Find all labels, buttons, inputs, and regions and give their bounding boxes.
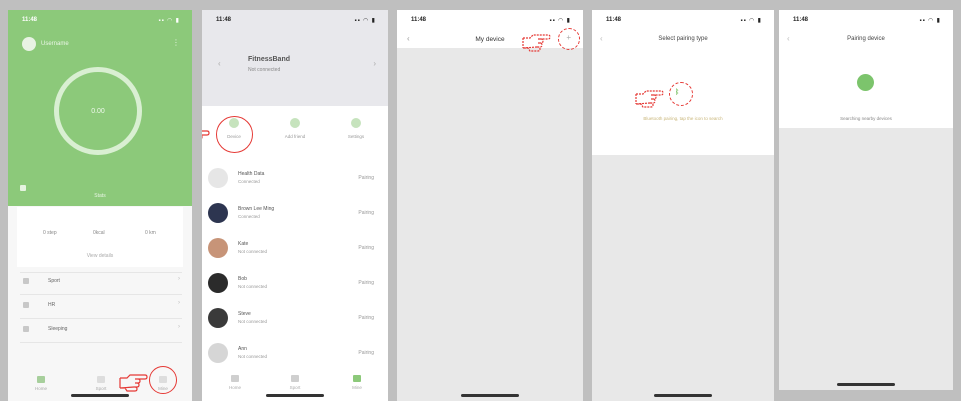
home-indicator: [71, 394, 129, 397]
status-icons: ▪▪ ◠ ▮: [354, 18, 376, 24]
home-indicator: [461, 394, 519, 397]
status-bar: 11:48 ▪▪ ◠ ▮: [202, 10, 388, 32]
list-item[interactable]: Kate Not connected Pairing: [202, 232, 388, 266]
phone-home-screen: 11:48 ▪▪ ◠ ▮ Username ⋮ 0.00 Stats 0 ste…: [8, 10, 192, 401]
list-item[interactable]: Brown Lee Ming Connected Pairing: [202, 197, 388, 231]
status-time: 11:48: [793, 17, 809, 23]
home-icon: [37, 376, 45, 383]
chevron-right-icon[interactable]: ›: [178, 300, 180, 306]
page-title: My device: [475, 36, 505, 43]
sport-tab-icon: [97, 376, 105, 383]
status-icons: ▪▪ ◠ ▮: [740, 18, 762, 24]
status-bar: 11:48 ▪▪ ◠ ▮: [592, 10, 774, 32]
avatar[interactable]: [22, 37, 36, 51]
sleep-icon: [23, 326, 29, 332]
gear-icon: [351, 118, 361, 128]
stat-distance: 0 km: [145, 230, 156, 236]
status-icons: ▪▪ ◠ ▮: [549, 18, 571, 24]
username: Username: [41, 41, 69, 47]
status-icons: ▪▪ ◠ ▮: [158, 18, 180, 24]
tab-sport[interactable]: Sport: [280, 375, 310, 390]
list-item[interactable]: Ann Not connected Pairing: [202, 337, 388, 371]
stats-icon: [20, 185, 26, 191]
home-icon: [231, 375, 239, 382]
pairing-hint: Bluetooth pairing, tap the icon to searc…: [643, 116, 723, 121]
phone-device-list: 11:48 ▪▪ ◠ ▮ ‹ FitnessBand Not connected…: [202, 10, 388, 401]
menu-item-sleeping[interactable]: Sleeping: [48, 326, 67, 332]
add-person-icon: [290, 118, 300, 128]
pointing-hand-icon: [522, 34, 551, 52]
green-label: Stats: [94, 193, 106, 199]
status-time: 11:48: [411, 17, 427, 23]
view-details-link[interactable]: View details: [17, 253, 183, 259]
ring-value: 0.00: [91, 108, 105, 115]
divider: [20, 318, 182, 319]
page-title: Select pairing type: [658, 36, 708, 42]
quick-action-settings[interactable]: Settings: [336, 118, 376, 139]
divider: [20, 272, 182, 273]
status-bar: 11:48 ▪▪ ◠ ▮: [8, 10, 192, 32]
status-time: 11:48: [22, 17, 38, 23]
phone-my-device: 11:48 ▪▪ ◠ ▮ ‹ My device +: [397, 10, 583, 401]
person-icon: [353, 375, 361, 382]
highlight-circle: [216, 116, 253, 153]
list-item[interactable]: Health Data Connected Pairing: [202, 162, 388, 196]
home-indicator: [266, 394, 324, 397]
pointing-hand-icon: [635, 90, 664, 108]
pointing-hand-icon: [119, 374, 148, 392]
sport-tab-icon: [291, 375, 299, 382]
avatar: [208, 308, 228, 328]
tab-mine[interactable]: Mine: [342, 375, 372, 390]
stat-steps: 0 step: [43, 230, 57, 236]
quick-action-add-friend[interactable]: Add friend: [275, 118, 315, 139]
pointing-hand-icon: [202, 130, 210, 139]
highlight-circle: [669, 82, 693, 106]
phone-pairing-device: 11:48 ▪▪ ◠ ▮ ‹ Pairing device Searching …: [779, 10, 953, 390]
avatar: [208, 343, 228, 363]
tutorial-canvas: 11:48 ▪▪ ◠ ▮ Username ⋮ 0.00 Stats 0 ste…: [0, 0, 961, 401]
activity-ring: 0.00: [54, 67, 142, 155]
chevron-right-icon[interactable]: ›: [373, 59, 376, 68]
menu-item-hr[interactable]: HR: [48, 302, 55, 308]
avatar: [208, 203, 228, 223]
tab-home[interactable]: Home: [26, 376, 56, 391]
status-bar: 11:48 ▪▪ ◠ ▮: [397, 10, 583, 32]
stat-calories: 0kcal: [93, 230, 105, 236]
stats-card: 0 step 0kcal 0 km View details: [17, 207, 183, 267]
status-time: 11:48: [606, 17, 622, 23]
list-item[interactable]: Steve Not connected Pairing: [202, 302, 388, 336]
divider: [20, 342, 182, 343]
device-title: FitnessBand: [248, 56, 291, 63]
chevron-right-icon[interactable]: ›: [178, 324, 180, 330]
searching-indicator: [857, 74, 874, 91]
status-icons: ▪▪ ◠ ▮: [919, 18, 941, 24]
heart-icon: [23, 302, 29, 308]
phone-pairing-type: 11:48 ▪▪ ◠ ▮ ‹ Select pairing type ᛒ Blu…: [592, 10, 774, 401]
page-title: Pairing device: [847, 36, 885, 42]
divider: [20, 294, 182, 295]
status-bar: 11:48 ▪▪ ◠ ▮: [779, 10, 953, 32]
home-indicator: [654, 394, 712, 397]
avatar: [208, 273, 228, 293]
sport-icon: [23, 278, 29, 284]
chevron-right-icon[interactable]: ›: [178, 276, 180, 282]
highlight-circle: [558, 28, 580, 50]
tab-sport[interactable]: Sport: [86, 376, 116, 391]
home-indicator: [837, 383, 895, 386]
tab-home[interactable]: Home: [220, 375, 250, 390]
highlight-circle: [149, 366, 177, 394]
chevron-left-icon[interactable]: ‹: [218, 59, 221, 68]
searching-hint: Searching nearby devices: [840, 116, 892, 121]
list-item[interactable]: Bob Not connected Pairing: [202, 267, 388, 301]
more-icon[interactable]: ⋮: [172, 38, 180, 47]
menu-item-sport[interactable]: Sport: [48, 278, 60, 284]
avatar: [208, 238, 228, 258]
status-time: 11:48: [216, 17, 232, 23]
avatar: [208, 168, 228, 188]
device-subtitle: Not connected: [248, 67, 281, 73]
